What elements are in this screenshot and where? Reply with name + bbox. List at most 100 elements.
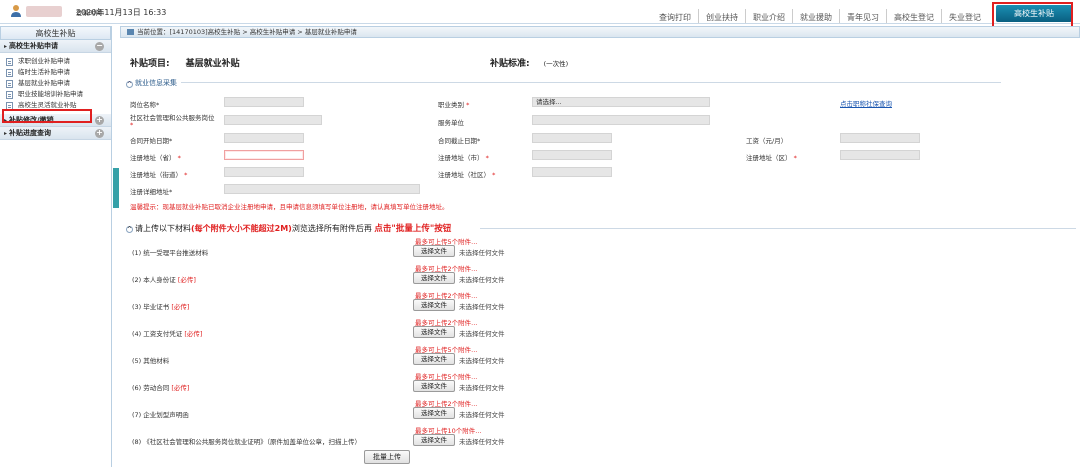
- required-mark: *: [492, 171, 496, 179]
- reg-city-label-text: 注册地址（市）: [438, 154, 484, 162]
- attachment-label: (5) 其他材料: [132, 355, 169, 365]
- choose-file-button[interactable]: 选择文件: [413, 407, 455, 419]
- reg-province-label-text: 注册地址（省）: [130, 154, 176, 162]
- sidebar: 高校生补贴 ▸ 高校生补贴申请 − 求职创业补贴申请 临时生活补贴申请 基层就业补…: [0, 26, 112, 467]
- sidebar-collapse-handle[interactable]: [113, 168, 119, 208]
- attachment-label-text: (1) 统一受理平台推送材料: [132, 249, 209, 257]
- required-mark: *: [793, 154, 797, 162]
- attachment-label: (1) 统一受理平台推送材料: [132, 247, 208, 257]
- sidebar-item-job-seeking[interactable]: 求职创业补贴申请: [0, 56, 111, 67]
- title-social-security-query-link[interactable]: 点击职称社保查询: [840, 98, 892, 108]
- subsidy-project-value: 基层就业补贴: [185, 59, 240, 69]
- reg-city-label: 注册地址（市） *: [438, 152, 489, 162]
- choose-file-button[interactable]: 选择文件: [413, 380, 455, 392]
- choose-file-button[interactable]: 选择文件: [413, 272, 455, 284]
- upload-section-title: ^ 请上传以下材料(每个附件大小不能超过2M)浏览选择所有附件后再 点击"批量上传…: [126, 222, 451, 234]
- position-name-input[interactable]: [224, 97, 304, 107]
- choose-file-button[interactable]: 选择文件: [413, 353, 455, 365]
- subsidy-standard: 补贴标准: (一次性): [490, 56, 568, 69]
- required-mark: *: [466, 101, 470, 109]
- attachment-row: (8) 《社区社会管理和公共服务岗位就业证明》（原件加盖单位公章，扫描上传） 最…: [120, 425, 820, 452]
- sidebar-group-progress[interactable]: ▸ 补贴进度查询 +: [0, 127, 111, 140]
- required-tag: [必传]: [171, 303, 190, 311]
- collapse-icon[interactable]: −: [95, 42, 104, 51]
- salary-input[interactable]: [840, 133, 920, 143]
- attachment-label: (4) 工资支付凭证 [必传]: [132, 328, 202, 338]
- sidebar-item-label: 临时生活补贴申请: [18, 68, 70, 76]
- batch-upload-button[interactable]: 批量上传: [364, 450, 410, 464]
- nav-entrepreneurship[interactable]: 创业扶持: [698, 9, 745, 23]
- expand-icon[interactable]: +: [95, 116, 104, 125]
- nav-youth-internship[interactable]: 青年见习: [839, 9, 886, 23]
- upload-click-note: 点击"批量上传"按钮: [374, 224, 452, 234]
- collapse-circle-icon[interactable]: ^: [126, 226, 133, 233]
- expand-icon[interactable]: +: [95, 129, 104, 138]
- community-post-input[interactable]: [224, 115, 322, 125]
- attachment-row: (3) 毕业证书 [必传] 最多可上传2个附件... 选择文件 未选择任何文件: [120, 290, 820, 317]
- sidebar-item-label: 基层就业补贴申请: [18, 79, 70, 87]
- main-content: 当前位置：[14170103]高校生补贴 > 高校生补贴申请 > 基层就业补贴申…: [120, 26, 1080, 467]
- nav-job-intro[interactable]: 职业介绍: [745, 9, 792, 23]
- required-tag: [必传]: [177, 276, 196, 284]
- reg-detail-input[interactable]: [224, 184, 420, 194]
- section-title-text: 就业信息采集: [135, 79, 177, 87]
- attachment-row: (2) 本人身份证 [必传] 最多可上传2个附件... 选择文件 未选择任何文件: [120, 263, 820, 290]
- sidebar-group-apply[interactable]: ▸ 高校生补贴申请 −: [0, 40, 111, 53]
- job-category-select[interactable]: 请选择...: [532, 97, 710, 107]
- attachment-label-text: (8) 《社区社会管理和公共服务岗位就业证明》（原件加盖单位公章，扫描上传）: [132, 438, 362, 446]
- choose-file-button[interactable]: 选择文件: [413, 245, 455, 257]
- nav-unemployment-register[interactable]: 失业登记: [941, 9, 988, 23]
- position-name-label: 岗位名称*: [130, 101, 160, 109]
- subsidy-standard-value: (一次性): [543, 60, 569, 68]
- nav-graduate-register[interactable]: 高校生登记: [886, 9, 941, 23]
- reg-street-input[interactable]: [224, 167, 304, 177]
- sidebar-item-skills-training[interactable]: 职业技能培训补贴申请: [0, 89, 111, 100]
- file-status: 未选择任何文件: [459, 438, 505, 446]
- top-nav: 查询打印 创业扶持 职业介绍 就业援助 青年见习 高校生登记 失业登记: [652, 9, 988, 23]
- reg-community-input[interactable]: [532, 167, 612, 177]
- attachment-label-text: (2) 本人身份证: [132, 276, 176, 284]
- attachment-row: (4) 工资支付凭证 [必传] 最多可上传2个附件... 选择文件 未选择任何文…: [120, 317, 820, 344]
- reg-street-label-text: 注册地址（街道）: [130, 171, 182, 179]
- top-bar: 登录时间: 2020年11月13日 16:33 查询打印 创业扶持 职业介绍 就业…: [0, 0, 1080, 34]
- attachment-label: (6) 劳动合同 [必传]: [132, 382, 189, 392]
- file-status: 未选择任何文件: [459, 411, 505, 419]
- user-icon: [11, 5, 21, 17]
- attachment-row: (7) 企业划型声明函 最多可上传2个附件... 选择文件 未选择任何文件: [120, 398, 820, 425]
- community-post-required: *: [130, 121, 133, 129]
- sidebar-group-label: 补贴进度查询: [9, 129, 52, 137]
- choose-file-button[interactable]: 选择文件: [413, 299, 455, 311]
- sidebar-item-living[interactable]: 临时生活补贴申请: [0, 67, 111, 78]
- service-unit-input[interactable]: [532, 115, 710, 125]
- reg-province-input[interactable]: [224, 150, 304, 160]
- required-mark: *: [485, 154, 489, 162]
- choose-file-button[interactable]: 选择文件: [413, 434, 455, 446]
- highlight-box: [2, 109, 92, 123]
- contract-end-input[interactable]: [532, 133, 612, 143]
- community-post-label: 社区社会管理和公共服务岗位: [130, 114, 215, 122]
- service-unit-label: 服务单位: [438, 119, 464, 127]
- required-mark: *: [184, 171, 188, 179]
- sidebar-group-label: 高校生补贴申请: [9, 42, 59, 50]
- collapse-circle-icon[interactable]: ^: [126, 81, 133, 88]
- required-mark: *: [130, 121, 134, 129]
- reg-district-input[interactable]: [840, 150, 920, 160]
- document-icon: [6, 69, 13, 77]
- attachment-row: (6) 劳动合同 [必传] 最多可上传5个附件... 选择文件 未选择任何文件: [120, 371, 820, 398]
- attachment-label-text: (4) 工资支付凭证: [132, 330, 183, 338]
- attachment-label-text: (7) 企业划型声明函: [132, 411, 189, 419]
- login-time-label: 登录时间:: [76, 9, 105, 17]
- choose-file-button[interactable]: 选择文件: [413, 326, 455, 338]
- attachment-label: (3) 毕业证书 [必传]: [132, 301, 189, 311]
- reg-district-label-text: 注册地址（区）: [746, 154, 792, 162]
- job-category-value: 请选择...: [536, 98, 562, 106]
- reg-street-label: 注册地址（街道） *: [130, 169, 187, 179]
- reg-city-input[interactable]: [532, 150, 612, 160]
- sidebar-item-grassroots[interactable]: 基层就业补贴申请: [0, 78, 111, 89]
- sidebar-title: 高校生补贴: [0, 26, 111, 40]
- subsidy-project: 补贴项目: 基层就业补贴: [130, 56, 240, 69]
- contract-start-input[interactable]: [224, 133, 304, 143]
- home-icon: [127, 29, 134, 35]
- nav-employment-aid[interactable]: 就业援助: [792, 9, 839, 23]
- nav-print[interactable]: 查询打印: [652, 9, 698, 23]
